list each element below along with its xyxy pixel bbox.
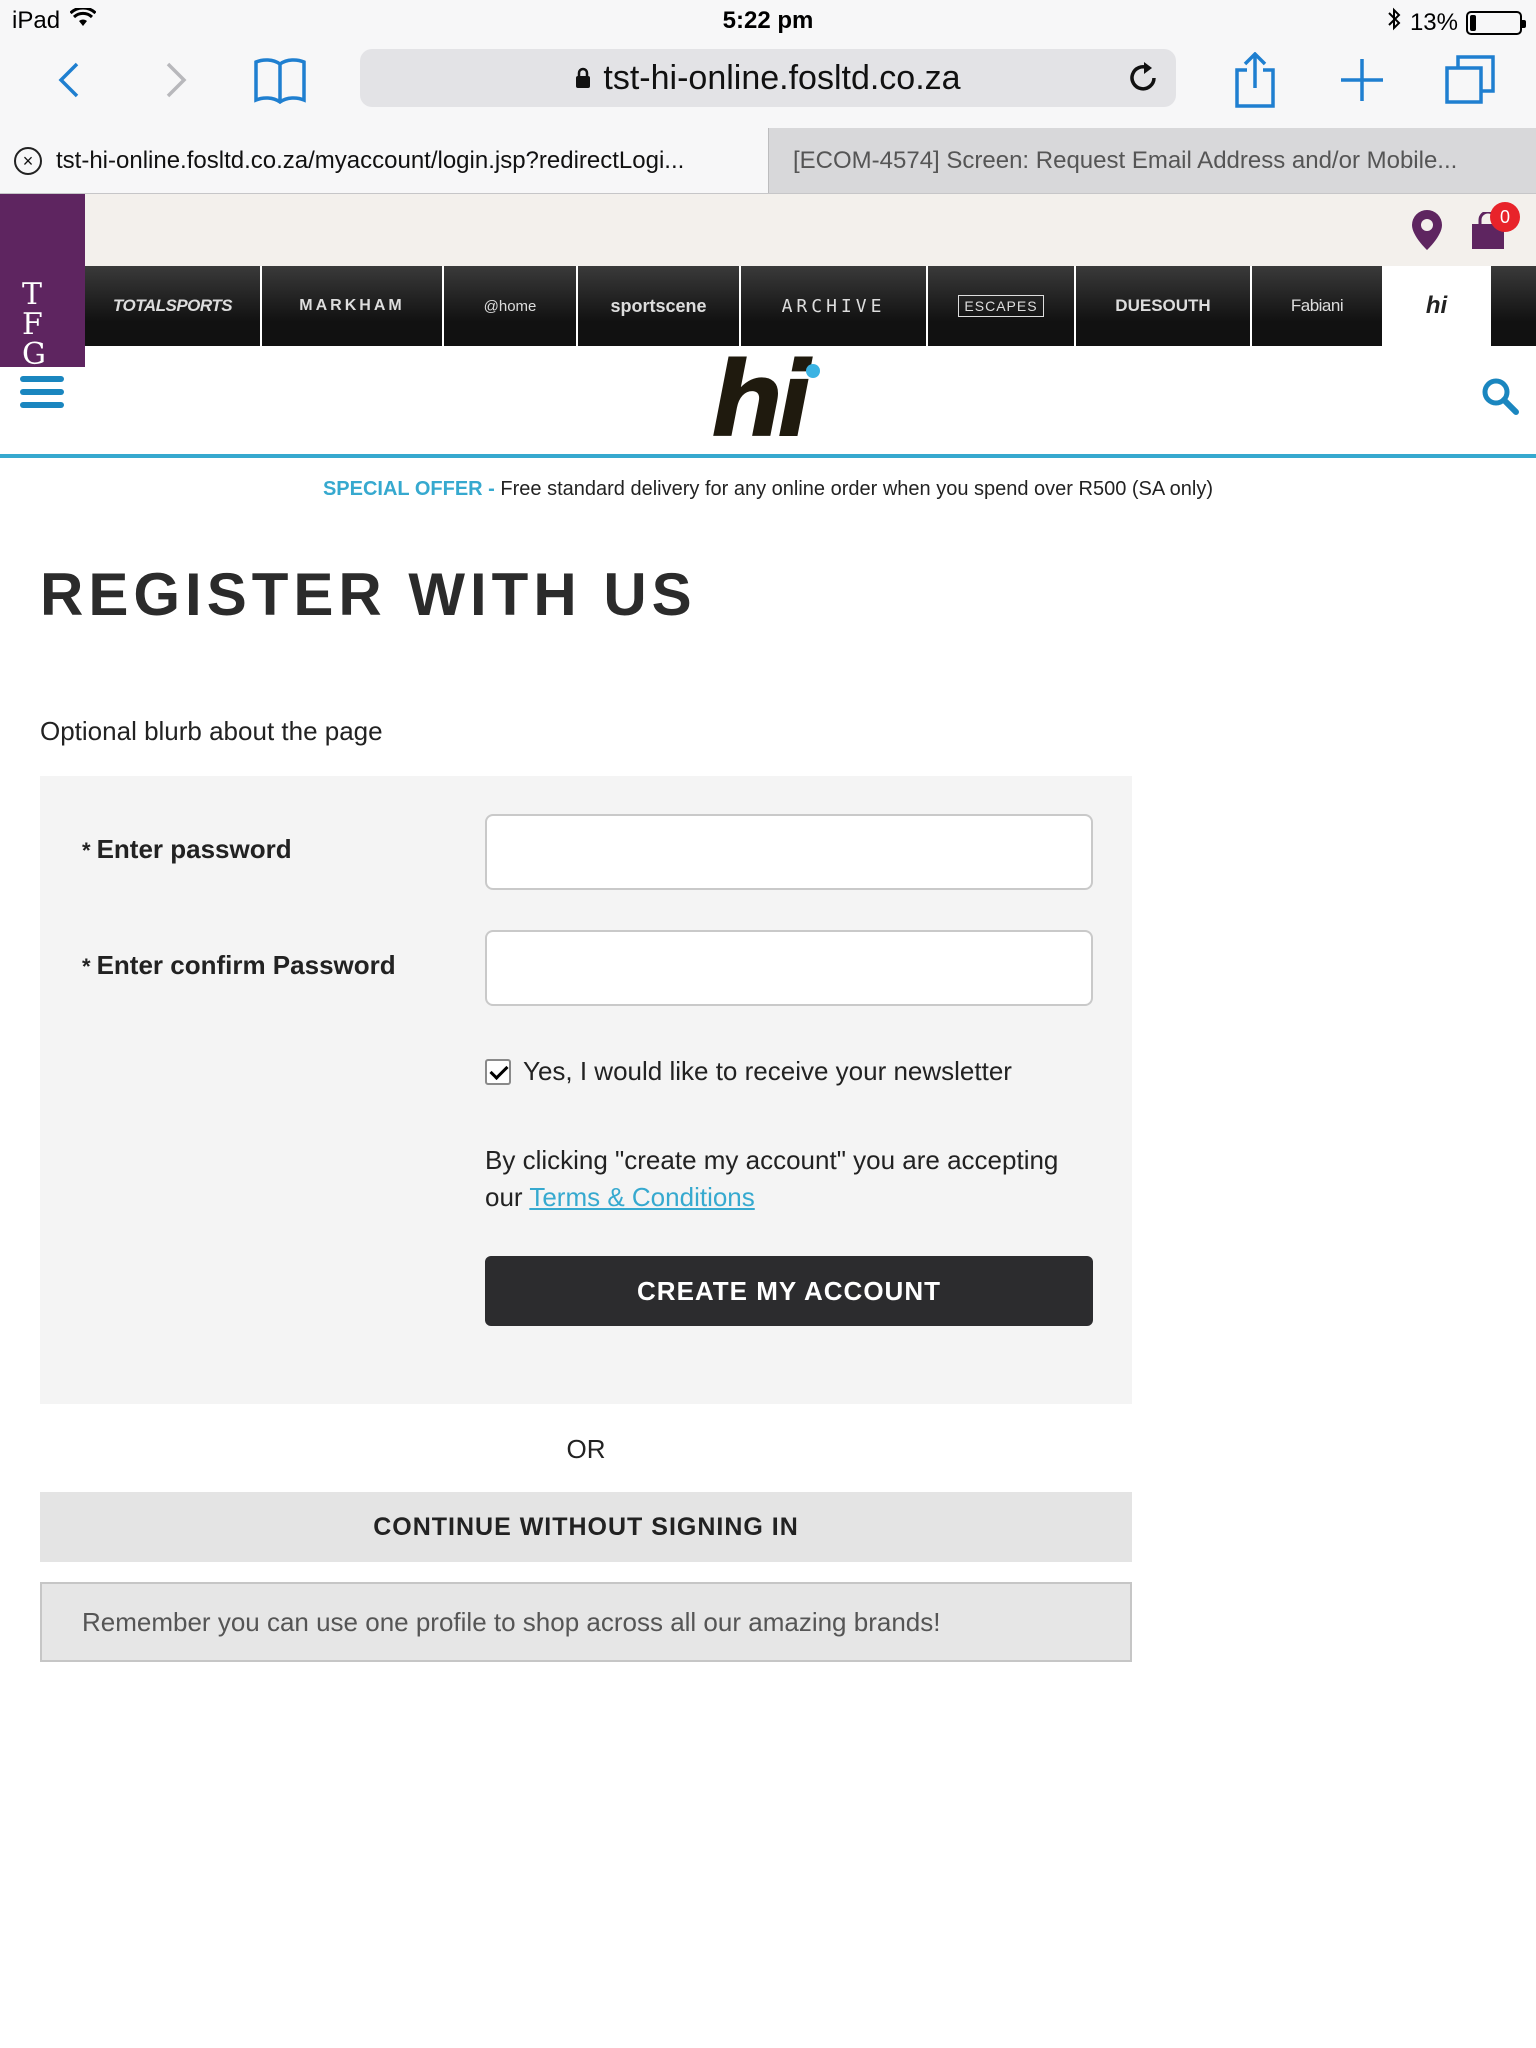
- tab-current[interactable]: × tst-hi-online.fosltd.co.za/myaccount/l…: [0, 128, 768, 193]
- newsletter-option[interactable]: Yes, I would like to receive your newsle…: [485, 1056, 1012, 1087]
- brand-escapes-label: ESCAPES: [958, 295, 1044, 317]
- brand-archive[interactable]: ARCHIVE: [741, 266, 928, 346]
- confirm-password-field[interactable]: [485, 930, 1093, 1006]
- confirm-label-text: Enter confirm Password: [96, 950, 396, 980]
- brand-duesouth[interactable]: DUESOUTH: [1076, 266, 1252, 346]
- terms-link[interactable]: Terms & Conditions: [529, 1182, 754, 1212]
- create-account-button[interactable]: CREATE MY ACCOUNT: [485, 1256, 1093, 1326]
- confirm-password-label: * Enter confirm Password: [82, 950, 396, 981]
- url-text: tst-hi-online.fosltd.co.za: [603, 58, 961, 97]
- password-field[interactable]: [485, 814, 1093, 890]
- site-top-strip: [0, 194, 1536, 266]
- tab-title: [ECOM-4574] Screen: Request Email Addres…: [793, 146, 1458, 174]
- profile-reminder-text: Remember you can use one profile to shop…: [82, 1606, 941, 1637]
- brand-totalsports[interactable]: TOTALSPORTS: [85, 266, 262, 346]
- terms-notice: By clicking "create my account" you are …: [485, 1142, 1093, 1216]
- browser-tabs: × tst-hi-online.fosltd.co.za/myaccount/l…: [0, 128, 1536, 194]
- profile-reminder: Remember you can use one profile to shop…: [40, 1582, 1132, 1662]
- tab-background[interactable]: [ECOM-4574] Screen: Request Email Addres…: [768, 128, 1536, 193]
- tab-title: tst-hi-online.fosltd.co.za/myaccount/log…: [56, 146, 685, 174]
- tfg-logo-text: TFG: [22, 277, 50, 372]
- password-label: * Enter password: [82, 834, 292, 865]
- brand-more[interactable]: [1491, 266, 1536, 346]
- register-form: * Enter password * Enter confirm Password …: [40, 776, 1132, 1404]
- clock: 5:22 pm: [722, 7, 814, 34]
- forward-icon[interactable]: [145, 50, 205, 110]
- bookmarks-icon[interactable]: [250, 50, 310, 110]
- brand-navigation: TOTALSPORTS MARKHAM @home sportscene ARC…: [85, 266, 1536, 346]
- special-offer-banner: SPECIAL OFFER - Free standard delivery f…: [0, 478, 1536, 501]
- brand-hi[interactable]: hi: [1384, 266, 1491, 346]
- continue-without-signin-button[interactable]: CONTINUE WITHOUT SIGNING IN: [40, 1492, 1132, 1562]
- tfg-logo[interactable]: TFG: [0, 194, 85, 372]
- brand-sportscene[interactable]: sportscene: [578, 266, 741, 346]
- required-mark: *: [82, 954, 91, 979]
- brand-fabiani[interactable]: Fabiani: [1252, 266, 1384, 346]
- bluetooth-icon: [1386, 7, 1402, 38]
- brand-athome[interactable]: @home: [444, 266, 578, 346]
- brand-escapes[interactable]: ESCAPES: [928, 266, 1076, 346]
- hi-logo[interactable]: hi: [710, 348, 812, 452]
- address-bar[interactable]: tst-hi-online.fosltd.co.za: [360, 49, 1176, 107]
- search-icon[interactable]: [1480, 376, 1520, 421]
- password-label-text: Enter password: [96, 834, 292, 864]
- new-tab-icon[interactable]: [1332, 50, 1392, 110]
- required-mark: *: [82, 838, 91, 863]
- brand-markham[interactable]: MARKHAM: [262, 266, 444, 346]
- cart-count-badge: 0: [1490, 202, 1520, 232]
- browser-toolbar: tst-hi-online.fosltd.co.za: [0, 40, 1536, 128]
- newsletter-checkbox[interactable]: [485, 1058, 511, 1085]
- close-tab-icon[interactable]: ×: [14, 146, 42, 175]
- back-icon[interactable]: [40, 50, 100, 110]
- status-bar: iPad 5:22 pm 13%: [0, 0, 1536, 40]
- site-header: hi: [0, 346, 1536, 458]
- menu-icon[interactable]: [20, 376, 64, 414]
- hi-logo-dot: [806, 364, 820, 378]
- battery-level: [1470, 14, 1476, 31]
- offer-highlight: SPECIAL OFFER -: [322, 478, 495, 500]
- page-blurb: Optional blurb about the page: [40, 716, 383, 746]
- status-right: 13%: [1386, 7, 1526, 38]
- tabs-icon[interactable]: [1440, 50, 1500, 110]
- location-pin-icon[interactable]: [1410, 208, 1444, 257]
- or-divider: OR: [566, 1434, 606, 1464]
- page-title: REGISTER WITH US: [40, 561, 697, 628]
- newsletter-label: Yes, I would like to receive your newsle…: [523, 1056, 1012, 1086]
- offer-text: Free standard delivery for any online or…: [494, 478, 1214, 500]
- reload-icon[interactable]: [1124, 59, 1162, 97]
- battery-percent: 13%: [1409, 8, 1458, 36]
- share-icon[interactable]: [1225, 50, 1285, 110]
- battery-icon: [1466, 10, 1526, 35]
- lock-icon: [575, 59, 591, 98]
